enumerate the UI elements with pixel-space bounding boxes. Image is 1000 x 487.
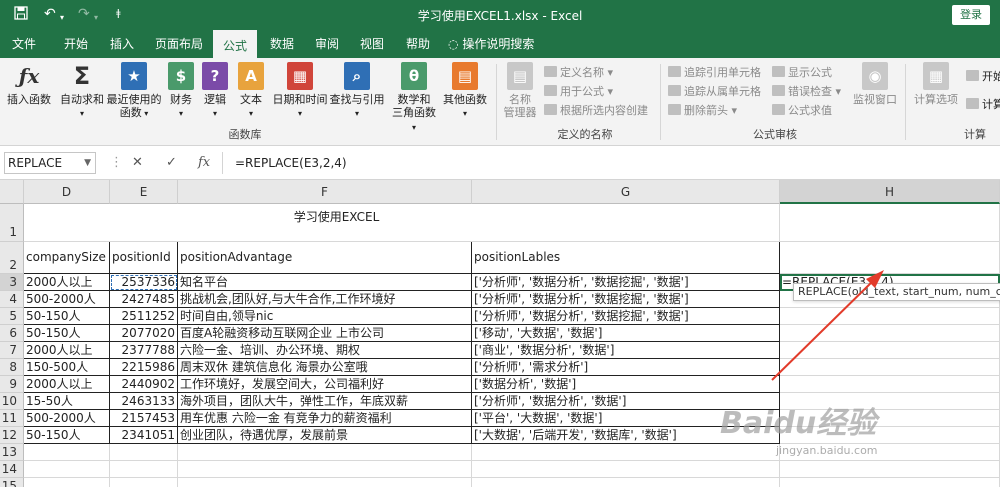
evaluate-formula-icon — [772, 104, 785, 115]
tab-insert[interactable]: 插入 — [100, 30, 144, 58]
logic-book-icon: ? — [202, 62, 228, 90]
trace-precedents-icon — [668, 66, 681, 77]
insert-function-icon[interactable]: fx — [198, 154, 210, 172]
chevron-down-icon: ▼ — [84, 158, 91, 168]
name-manager-button[interactable]: ▤ 名称 管理器 — [500, 62, 540, 119]
enter-icon[interactable]: ✓ — [166, 154, 177, 172]
name-box[interactable]: REPLACE ▼ — [4, 152, 96, 174]
use-in-formula-button[interactable]: 用于公式 ▾ — [544, 85, 613, 99]
error-check-icon — [772, 85, 785, 96]
finance-book-icon: $ — [168, 62, 194, 90]
text-book-icon: A — [238, 62, 264, 90]
calendar-icon: ▦ — [287, 62, 313, 90]
group-defined-names: 定义的名称 — [557, 128, 613, 141]
lookup-reference-button[interactable]: ⌕ 查找与引用 ▾ — [328, 62, 386, 120]
tab-file[interactable]: 文件 — [2, 30, 46, 58]
formula-tag-icon — [544, 85, 557, 96]
trace-dependents-button[interactable]: 追踪从属单元格 — [668, 85, 761, 99]
cancel-icon[interactable]: ✕ — [132, 154, 143, 172]
title-bar: ↶ ▾ ↷ ▾ ǂ 学习使用EXCEL1.xlsx - Excel 登录 — [0, 0, 1000, 30]
watermark-logo: Baidu经验 — [720, 406, 877, 441]
lookup-icon: ⌕ — [344, 62, 370, 90]
tab-help[interactable]: 帮助 — [396, 30, 440, 58]
show-formulas-icon — [772, 66, 785, 77]
calculate-now-button[interactable]: 开始 — [966, 70, 1000, 84]
tell-me-search[interactable]: ◌ 操作说明搜索 — [448, 30, 558, 58]
autosum-button[interactable]: Σ 自动求和 ▾ — [58, 62, 106, 120]
star-book-icon: ★ — [121, 62, 147, 90]
name-manager-icon: ▤ — [507, 62, 533, 90]
create-from-selection-button[interactable]: 根据所选内容创建 — [544, 104, 648, 118]
date-time-button[interactable]: ▦ 日期和时间 ▾ — [270, 62, 330, 120]
formula-bar: REPLACE ▼ ⋮ ✕ ✓ fx =REPLACE(E3,2,4) — [0, 146, 1000, 180]
recent-functions-button[interactable]: ★ 最近使用的 函数 ▾ — [104, 62, 164, 120]
tab-page-layout[interactable]: 页面布局 — [148, 30, 210, 58]
math-trig-button[interactable]: θ 数学和 三角函数 ▾ — [392, 62, 436, 134]
calculator-icon: ▦ — [923, 62, 949, 90]
lightbulb-icon: ◌ — [448, 37, 459, 51]
group-function-library: 函数库 — [228, 128, 262, 141]
theta-book-icon: θ — [401, 62, 427, 90]
tab-formulas[interactable]: 公式 — [213, 30, 257, 58]
watch-window-button[interactable]: ◉ 监视窗口 — [850, 62, 900, 106]
ribbon-tabs: 文件 开始 插入 页面布局 公式 数据 审阅 视图 帮助 ◌ 操作说明搜索 — [0, 30, 1000, 58]
worksheet-grid[interactable]: D E F G H 1 学习使用EXCEL 2 companySize position… — [0, 180, 1000, 487]
trace-dependents-icon — [668, 85, 681, 96]
financial-button[interactable]: $ 财务 ▾ — [166, 62, 196, 120]
ribbon-formulas: ƒx 插入函数 Σ 自动求和 ▾ ★ 最近使用的 函数 ▾ $ 财务 ▾ ? 逻辑 ▾ … — [0, 58, 1000, 146]
text-functions-button[interactable]: A 文本 ▾ — [236, 62, 266, 120]
tell-me-label: 操作说明搜索 — [462, 37, 535, 51]
logical-button[interactable]: ? 逻辑 ▾ — [200, 62, 230, 120]
formula-input[interactable]: =REPLACE(E3,2,4) — [222, 152, 1000, 174]
tab-view[interactable]: 视图 — [350, 30, 394, 58]
show-formulas-button[interactable]: 显示公式 — [772, 66, 832, 80]
login-button[interactable]: 登录 — [952, 5, 990, 25]
calculate-sheet-button[interactable]: 计算 — [966, 98, 1000, 112]
tab-review[interactable]: 审阅 — [305, 30, 349, 58]
remove-arrows-button[interactable]: 删除箭头 ▾ — [668, 104, 737, 118]
trace-precedents-button[interactable]: 追踪引用单元格 — [668, 66, 761, 80]
group-formula-auditing: 公式审核 — [753, 128, 797, 141]
remove-arrows-icon — [668, 104, 681, 115]
calculate-sheet-icon — [966, 98, 979, 109]
calculation-options-button[interactable]: ▦ 计算选项 — [910, 62, 962, 106]
fx-icon: ƒx — [18, 64, 40, 88]
tab-data[interactable]: 数据 — [260, 30, 304, 58]
ribbon-divider — [496, 64, 497, 140]
create-grid-icon — [544, 104, 557, 115]
tag-icon — [544, 66, 557, 77]
define-name-button[interactable]: 定义名称 ▾ — [544, 66, 613, 80]
insert-function-button[interactable]: ƒx 插入函数 — [4, 62, 54, 106]
calculate-now-icon — [966, 70, 979, 81]
more-functions-icon: ▤ — [452, 62, 478, 90]
watermark-url: jingyan.baidu.com — [776, 444, 878, 457]
evaluate-formula-button[interactable]: 公式求值 — [772, 104, 832, 118]
error-checking-button[interactable]: 错误检查 ▾ — [772, 85, 841, 99]
group-calculation: 计算 — [964, 128, 986, 141]
more-functions-button[interactable]: ▤ 其他函数 ▾ — [440, 62, 490, 120]
ribbon-divider — [660, 64, 661, 140]
tab-home[interactable]: 开始 — [54, 30, 98, 58]
ribbon-divider — [905, 64, 906, 140]
sigma-icon: Σ — [73, 62, 91, 90]
window-title: 学习使用EXCEL1.xlsx - Excel — [417, 9, 583, 23]
watch-window-icon: ◉ — [862, 62, 888, 90]
